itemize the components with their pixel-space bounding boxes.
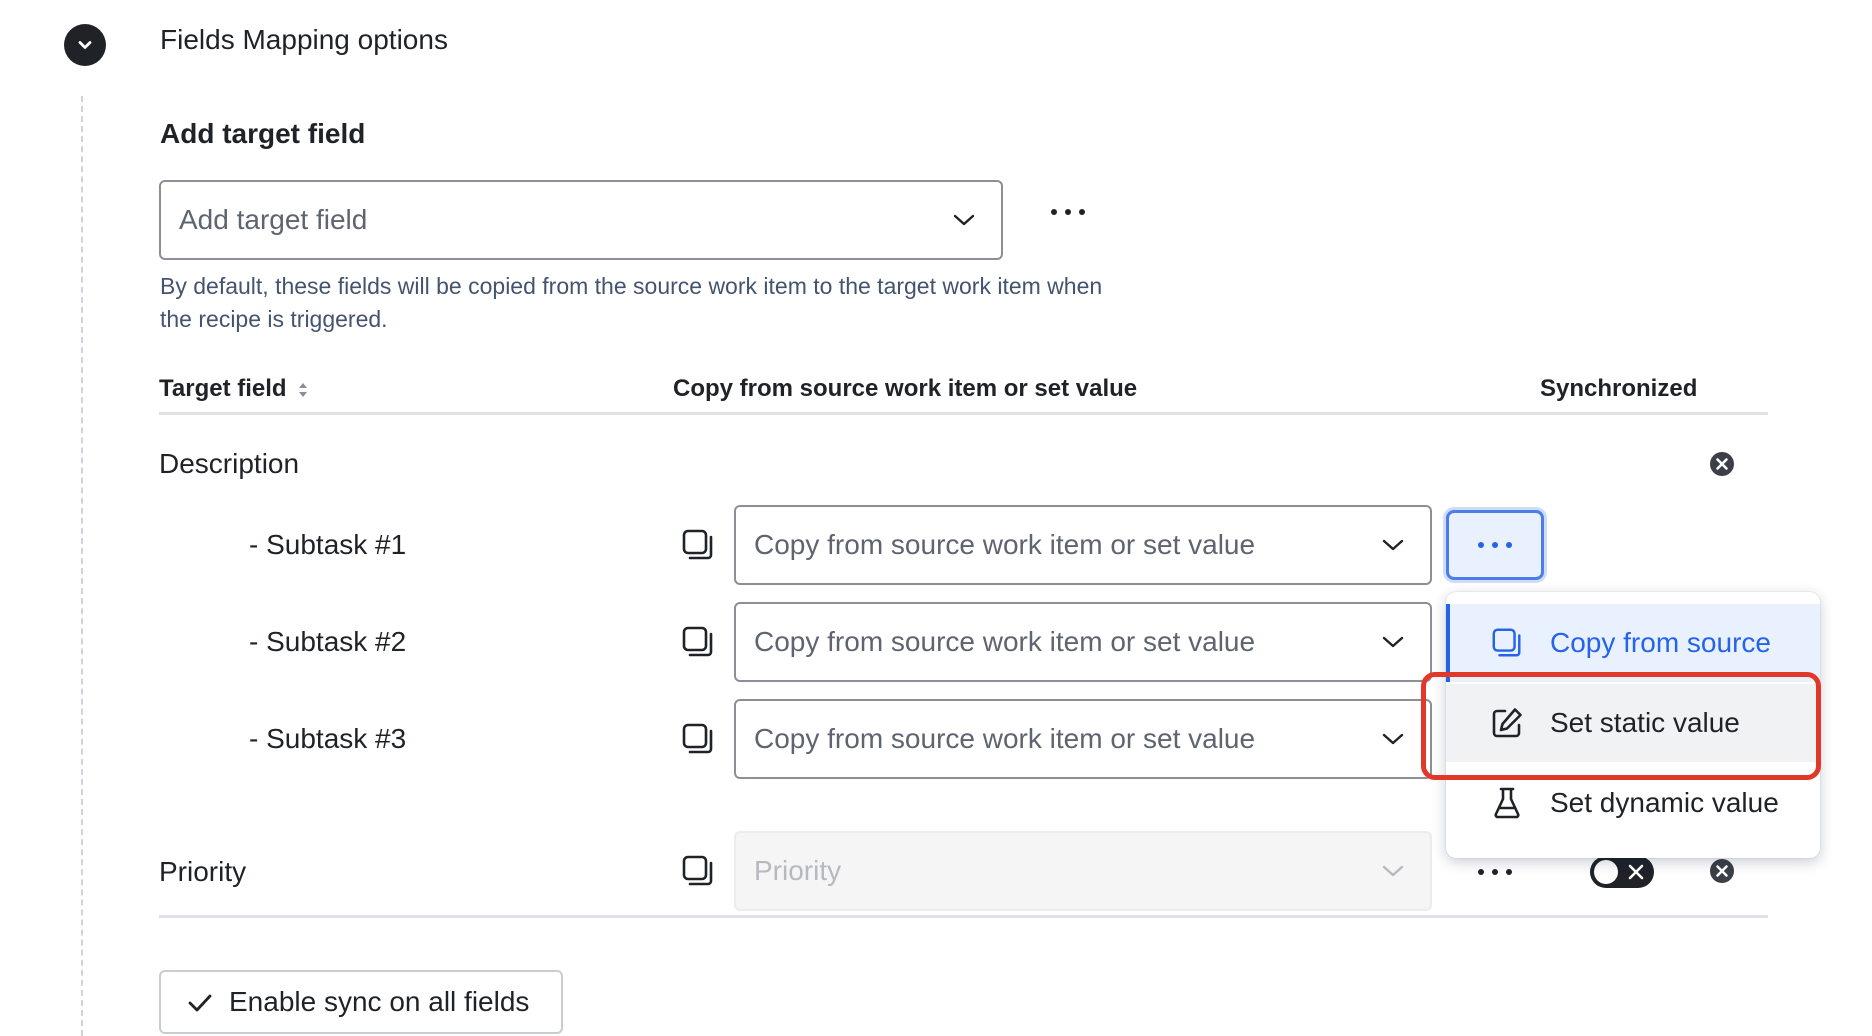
row-label-description: Description [159, 448, 300, 479]
toggle-knob [1594, 860, 1618, 884]
chevron-down-icon [1382, 539, 1404, 551]
value-select-subtask-2[interactable]: Copy from source work item or set value [734, 602, 1432, 682]
table-footer-divider [159, 915, 1768, 918]
checkmark-icon [188, 994, 212, 1012]
remove-field-button[interactable] [1708, 857, 1736, 885]
close-icon [1628, 864, 1644, 880]
add-target-hint: By default, these fields will be copied … [160, 273, 1103, 332]
flask-icon [1494, 787, 1520, 819]
edit-icon [1492, 708, 1522, 738]
add-target-field-placeholder: Add target field [179, 204, 368, 235]
chevron-down-icon [78, 41, 92, 49]
add-target-field-heading: Add target field [160, 118, 366, 149]
menu-item-set-dynamic-value[interactable]: Set dynamic value [1446, 764, 1820, 842]
row-label-subtask-2: - Subtask #2 [249, 626, 407, 657]
value-select-subtask-3[interactable]: Copy from source work item or set value [734, 699, 1432, 779]
value-select-text: Priority [754, 855, 842, 886]
column-header-target-field[interactable]: Target field [159, 372, 309, 406]
more-horizontal-icon [1051, 209, 1085, 215]
value-select-text: Copy from source work item or set value [754, 626, 1256, 657]
table-header-divider [159, 412, 1768, 415]
value-select-text: Copy from source work item or set value [754, 723, 1256, 754]
menu-item-copy-from-source[interactable]: Copy from source [1446, 604, 1820, 682]
close-circle-icon [1710, 452, 1734, 476]
menu-item-label: Set static value [1550, 707, 1740, 738]
close-circle-icon [1710, 859, 1734, 883]
row-label-subtask-3: - Subtask #3 [249, 723, 407, 754]
sort-icon [299, 382, 308, 397]
column-header-label: Target field [159, 375, 287, 402]
collapse-section-button[interactable] [64, 24, 106, 66]
copy-icon[interactable] [680, 624, 716, 660]
remove-field-button[interactable] [1708, 450, 1736, 478]
value-options-button[interactable] [1465, 852, 1525, 892]
value-options-button-active[interactable] [1446, 510, 1544, 580]
copy-icon[interactable] [680, 527, 716, 563]
chevron-down-icon [953, 214, 975, 226]
enable-sync-all-button[interactable]: Enable sync on all fields [159, 970, 563, 1034]
value-source-menu: Copy from source Set static value Set dy… [1446, 592, 1820, 858]
section-title: Fields Mapping options [160, 24, 448, 55]
column-header-synchronized: Synchronized [1540, 375, 1698, 402]
chevron-down-icon [1382, 733, 1404, 745]
copy-icon [1492, 628, 1521, 657]
row-label-priority: Priority [159, 856, 247, 887]
menu-item-label: Copy from source [1550, 627, 1771, 658]
value-select-subtask-1[interactable]: Copy from source work item or set value [734, 505, 1432, 585]
copy-icon[interactable] [680, 721, 716, 757]
column-header-copy-or-set: Copy from source work item or set value [673, 375, 1138, 402]
chevron-down-icon [1382, 865, 1404, 877]
add-target-more-button[interactable] [1038, 192, 1098, 232]
chevron-down-icon [1382, 636, 1404, 648]
enable-sync-label: Enable sync on all fields [229, 986, 530, 1017]
value-select-text: Copy from source work item or set value [754, 529, 1256, 560]
value-select-priority[interactable]: Priority [734, 831, 1432, 911]
sync-toggle[interactable] [1590, 856, 1654, 888]
add-target-field-select[interactable]: Add target field [159, 180, 1003, 260]
copy-icon[interactable] [680, 853, 716, 889]
section-guide-line [81, 96, 83, 1036]
menu-item-set-static-value[interactable]: Set static value [1446, 684, 1820, 762]
more-horizontal-icon [1478, 869, 1512, 875]
menu-item-label: Set dynamic value [1550, 787, 1779, 818]
more-horizontal-icon [1478, 542, 1512, 548]
row-label-subtask-1: - Subtask #1 [249, 529, 407, 560]
